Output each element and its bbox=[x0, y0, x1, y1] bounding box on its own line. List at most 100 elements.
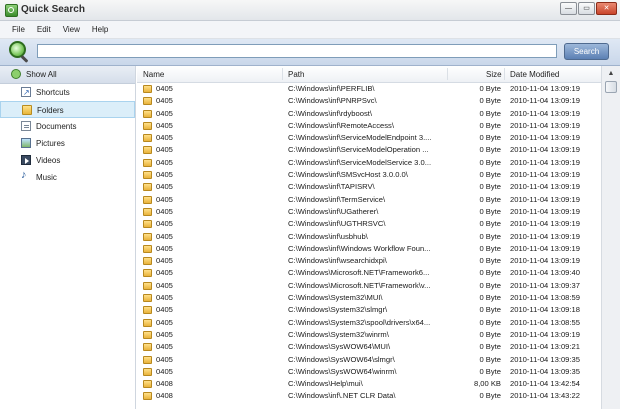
file-date: 2010-11-04 13:09:19 bbox=[510, 145, 580, 155]
file-date: 2010-11-04 13:09:37 bbox=[510, 280, 580, 290]
menu-view[interactable]: View bbox=[57, 21, 86, 34]
sidebar-item-folders[interactable]: Folders bbox=[0, 101, 135, 118]
file-path: C:\Windows\inf\TAPISRV\ bbox=[288, 182, 375, 192]
search-input[interactable] bbox=[37, 44, 557, 58]
table-row[interactable]: 0405 C:\Windows\inf\Windows Workflow Foun… bbox=[137, 243, 601, 255]
table-row[interactable]: 0405 C:\Windows\inf\ServiceModelService 3… bbox=[137, 157, 601, 169]
file-date: 2010-11-04 13:09:19 bbox=[510, 194, 580, 204]
document-icon bbox=[21, 121, 31, 131]
table-row[interactable]: 0408 C:\Windows\Help\mui\ 8,00 KB 2010-11-0… bbox=[137, 378, 601, 390]
folder-icon bbox=[143, 343, 152, 352]
sidebar-item-documents[interactable]: Documents bbox=[0, 118, 135, 135]
folder-icon bbox=[143, 85, 152, 93]
column-date-modified[interactable]: Date Modified bbox=[510, 70, 559, 79]
file-path: C:\Windows\inf\.NET CLR Data\ bbox=[288, 391, 396, 401]
sidebar-item-label: Show All bbox=[26, 70, 57, 79]
menu-file[interactable]: File bbox=[6, 21, 31, 34]
title-bar: Quick Search — ▭ ✕ bbox=[0, 0, 620, 21]
table-row[interactable]: 0405 C:\Windows\SysWOW64\slmgr\ 0 Byte 2010… bbox=[137, 354, 601, 366]
file-name: 0408 bbox=[156, 391, 173, 401]
column-divider[interactable] bbox=[282, 68, 283, 80]
file-name: 0405 bbox=[156, 133, 173, 143]
file-date: 2010-11-04 13:09:19 bbox=[510, 96, 580, 106]
sidebar-item-pictures[interactable]: Pictures bbox=[0, 135, 135, 152]
sidebar-item-music[interactable]: Music bbox=[0, 167, 135, 186]
table-row[interactable]: 0405 C:\Windows\inf\PNRPSvc\ 0 Byte 2010-11… bbox=[137, 95, 601, 107]
file-name: 0405 bbox=[156, 342, 173, 352]
scroll-thumb[interactable] bbox=[605, 81, 617, 93]
music-icon bbox=[21, 167, 31, 184]
file-rows: 0405 C:\Windows\inf\PERFLIB\ 0 Byte 2010-11… bbox=[137, 83, 601, 409]
scroll-up-arrow-icon[interactable]: ▲ bbox=[604, 68, 618, 80]
file-date: 2010-11-04 13:09:19 bbox=[510, 133, 580, 143]
table-row[interactable]: 0405 C:\Windows\Microsoft.NET\Framework6.… bbox=[137, 267, 601, 279]
folder-icon bbox=[143, 269, 152, 278]
table-row[interactable]: 0405 C:\Windows\inf\rdyboost\ 0 Byte 2010-1… bbox=[137, 108, 601, 120]
minimize-button[interactable]: — bbox=[560, 2, 577, 15]
folder-icon bbox=[143, 380, 152, 389]
table-row[interactable]: 0405 C:\Windows\inf\usbhub\ 0 Byte 2010-11-… bbox=[137, 231, 601, 243]
column-path[interactable]: Path bbox=[288, 70, 304, 79]
column-header: Name Path Size Date Modified bbox=[137, 66, 601, 83]
table-row[interactable]: 0405 C:\Windows\inf\UGatherer\ 0 Byte 2010-… bbox=[137, 206, 601, 218]
file-path: C:\Windows\SysWOW64\slmgr\ bbox=[288, 354, 395, 364]
table-row[interactable]: 0405 C:\Windows\System32\winrm\ 0 Byte 2010… bbox=[137, 329, 601, 341]
file-size: 0 Byte bbox=[479, 108, 501, 118]
file-size: 0 Byte bbox=[479, 243, 501, 253]
table-row[interactable]: 0405 C:\Windows\System32\slmgr\ 0 Byte 2010… bbox=[137, 304, 601, 316]
file-name: 0405 bbox=[156, 317, 173, 327]
file-name: 0405 bbox=[156, 194, 173, 204]
file-date: 2010-11-04 13:09:19 bbox=[510, 84, 580, 93]
sidebar-item-shortcuts[interactable]: Shortcuts bbox=[0, 84, 135, 101]
column-size[interactable]: Size bbox=[486, 70, 502, 79]
table-row[interactable]: 0405 C:\Windows\SysWOW64\MUI\ 0 Byte 2010-1… bbox=[137, 341, 601, 353]
table-row[interactable]: 0405 C:\Windows\inf\SMSvcHost 3.0.0.0\ 0 B… bbox=[137, 169, 601, 181]
search-icon bbox=[11, 69, 21, 79]
folder-icon bbox=[143, 109, 152, 118]
file-path: C:\Windows\Help\mui\ bbox=[288, 379, 363, 389]
column-name[interactable]: Name bbox=[143, 70, 164, 79]
file-name: 0405 bbox=[156, 231, 173, 241]
maximize-button[interactable]: ▭ bbox=[578, 2, 595, 15]
file-date: 2010-11-04 13:09:19 bbox=[510, 157, 580, 167]
file-path: C:\Windows\SysWOW64\winrm\ bbox=[288, 366, 397, 376]
file-name: 0405 bbox=[156, 305, 173, 315]
table-row[interactable]: 0405 C:\Windows\System32\spool\drivers\x6… bbox=[137, 317, 601, 329]
table-row[interactable]: 0405 C:\Windows\inf\ServiceModelEndpoint … bbox=[137, 132, 601, 144]
table-row[interactable]: 0405 C:\Windows\Microsoft.NET\Framework\v… bbox=[137, 280, 601, 292]
sidebar-item-show-all[interactable]: Show All bbox=[0, 66, 135, 84]
folder-icon bbox=[143, 294, 152, 303]
file-date: 2010-11-04 13:08:59 bbox=[510, 293, 580, 303]
folder-icon bbox=[143, 392, 152, 401]
table-row[interactable]: 0408 C:\Windows\inf\.NET CLR Data\ 0 Byte 2… bbox=[137, 390, 601, 402]
file-path: C:\Windows\inf\wsearchidxpi\ bbox=[288, 256, 387, 266]
menu-help[interactable]: Help bbox=[86, 21, 114, 34]
vertical-scrollbar[interactable]: ▲ bbox=[601, 66, 620, 409]
sidebar-item-label: Pictures bbox=[36, 139, 65, 148]
table-row[interactable]: 0405 C:\Windows\SysWOW64\winrm\ 0 Byte 2010… bbox=[137, 366, 601, 378]
folder-icon bbox=[143, 171, 152, 180]
file-size: 0 Byte bbox=[479, 231, 501, 241]
table-row[interactable]: 0405 C:\Windows\inf\RemoteAccess\ 0 Byte 20… bbox=[137, 120, 601, 132]
file-path: C:\Windows\inf\ServiceModelService 3.0..… bbox=[288, 157, 432, 167]
table-row[interactable]: 0405 C:\Windows\inf\PERFLIB\ 0 Byte 2010-11… bbox=[137, 83, 601, 95]
close-button[interactable]: ✕ bbox=[596, 2, 617, 15]
table-row[interactable]: 0405 C:\Windows\inf\ServiceModelOperation… bbox=[137, 144, 601, 156]
file-path: C:\Windows\inf\PERFLIB\ bbox=[288, 84, 375, 93]
menu-edit[interactable]: Edit bbox=[31, 21, 57, 34]
file-date: 2010-11-04 13:09:19 bbox=[510, 120, 580, 130]
table-row[interactable]: 0405 C:\Windows\System32\MUI\ 0 Byte 2010-1… bbox=[137, 292, 601, 304]
table-row[interactable]: 0405 C:\Windows\inf\TermService\ 0 Byte 201… bbox=[137, 194, 601, 206]
results-list: Name Path Size Date Modified 0405 C:\Wind… bbox=[137, 66, 620, 409]
table-row[interactable]: 0405 C:\Windows\inf\TAPISRV\ 0 Byte 2010-11… bbox=[137, 181, 601, 193]
file-date: 2010-11-04 13:42:54 bbox=[510, 379, 580, 389]
column-divider[interactable] bbox=[447, 68, 448, 80]
file-name: 0405 bbox=[156, 219, 173, 229]
table-row[interactable]: 0405 C:\Windows\inf\UGTHRSVC\ 0 Byte 2010-1… bbox=[137, 218, 601, 230]
search-button[interactable]: Search bbox=[564, 43, 609, 60]
folder-icon bbox=[143, 232, 152, 241]
column-divider[interactable] bbox=[504, 68, 505, 80]
table-row[interactable]: 0405 C:\Windows\inf\wsearchidxpi\ 0 Byte 20… bbox=[137, 255, 601, 267]
file-date: 2010-11-04 13:09:19 bbox=[510, 243, 580, 253]
file-path: C:\Windows\System32\slmgr\ bbox=[288, 305, 388, 315]
